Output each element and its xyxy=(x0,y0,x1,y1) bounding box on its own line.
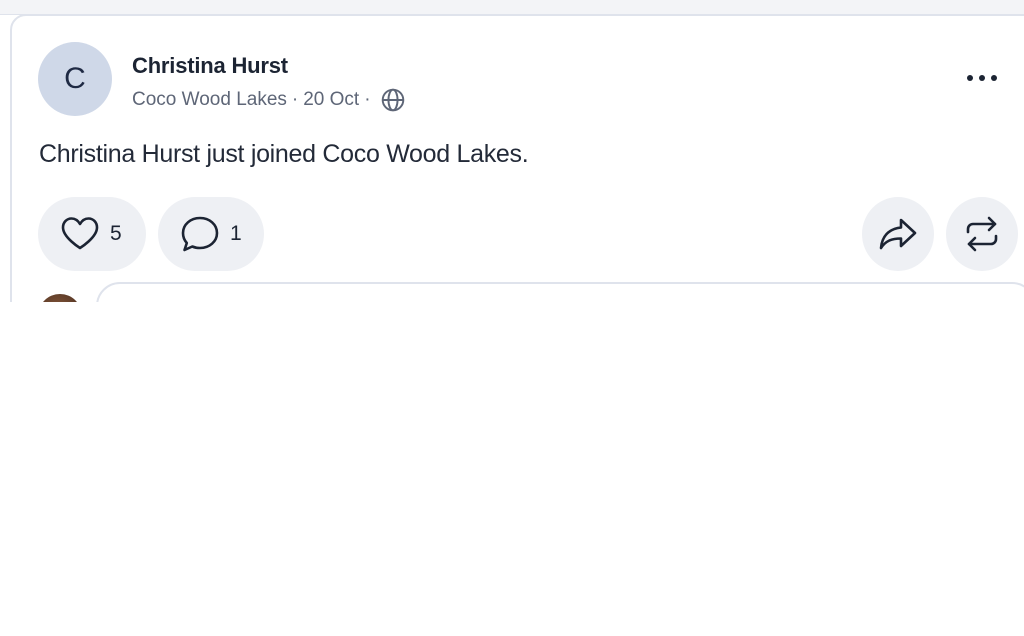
more-options-button[interactable] xyxy=(956,60,1008,96)
comment-button[interactable]: 1 xyxy=(158,197,264,271)
author-name[interactable]: Christina Hurst xyxy=(132,53,288,79)
meta-separator: · xyxy=(364,89,371,110)
post-card: C Christina Hurst Coco Wood Lakes · 20 O… xyxy=(10,14,1024,302)
comment-input[interactable] xyxy=(96,282,1024,302)
post-meta: Coco Wood Lakes · 20 Oct · xyxy=(132,86,406,114)
share-button[interactable] xyxy=(862,197,934,271)
post-date[interactable]: 20 Oct xyxy=(303,89,359,111)
like-button[interactable]: 5 xyxy=(38,197,146,271)
community-link[interactable]: Coco Wood Lakes xyxy=(132,89,287,111)
share-arrow-icon xyxy=(878,216,918,252)
feed-viewport: C Christina Hurst Coco Wood Lakes · 20 O… xyxy=(0,0,1024,636)
comment-bubble-icon xyxy=(180,215,220,253)
repost-icon xyxy=(962,214,1002,254)
globe-icon xyxy=(380,87,406,113)
avatar-initial: C xyxy=(64,62,86,95)
comment-count: 1 xyxy=(230,222,242,245)
post-body: Christina Hurst just joined Coco Wood La… xyxy=(39,140,529,168)
current-user-avatar xyxy=(38,294,82,302)
more-horizontal-icon xyxy=(966,74,998,82)
like-count: 5 xyxy=(110,222,122,245)
author-avatar[interactable]: C xyxy=(38,42,112,116)
repost-button[interactable] xyxy=(946,197,1018,271)
post-clip: C Christina Hurst Coco Wood Lakes · 20 O… xyxy=(0,0,1024,302)
heart-icon xyxy=(60,216,100,252)
meta-separator: · xyxy=(291,89,299,110)
